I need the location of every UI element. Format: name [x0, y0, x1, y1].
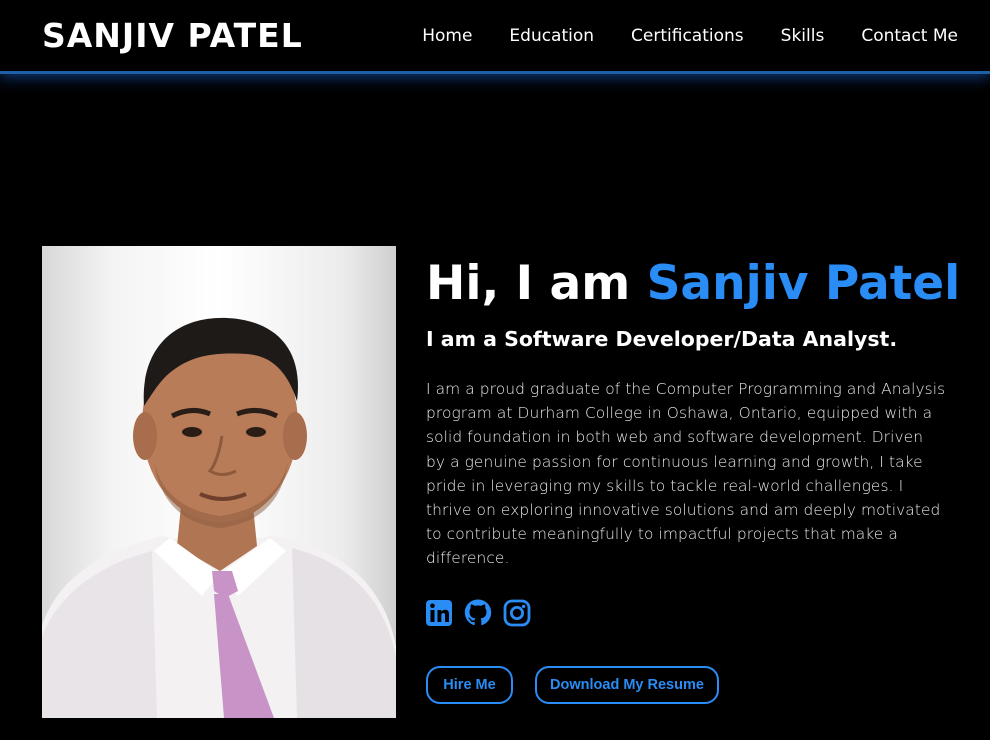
navbar: SANJIV PATEL Home Education Certificatio…	[0, 0, 990, 74]
nav-home-link[interactable]: Home	[422, 26, 472, 46]
social-links	[425, 598, 531, 628]
hero-greeting: Hi, I am	[426, 256, 647, 311]
hero-bio: I am a proud graduate of the Computer Pr…	[426, 380, 946, 568]
nav-education-link[interactable]: Education	[509, 26, 594, 46]
hero-subtitle: I am a Software Developer/Data Analyst.	[426, 327, 898, 351]
hero-name: Sanjiv Patel	[646, 256, 961, 311]
github-icon[interactable]	[464, 598, 492, 628]
hero-title: Hi, I am Sanjiv Patel	[426, 256, 960, 311]
download-resume-button[interactable]: Download My Resume	[535, 666, 719, 704]
site-brand[interactable]: SANJIV PATEL	[42, 16, 303, 55]
hire-me-button[interactable]: Hire Me	[426, 666, 513, 704]
nav-skills-link[interactable]: Skills	[781, 26, 825, 46]
linkedin-icon[interactable]	[425, 598, 453, 628]
nav-certifications-link[interactable]: Certifications	[631, 26, 744, 46]
nav-contact-link[interactable]: Contact Me	[861, 26, 958, 46]
instagram-icon[interactable]	[503, 598, 531, 628]
profile-photo-illustration	[42, 317, 396, 718]
nav-links: Home Education Certifications Skills Con…	[422, 26, 958, 46]
profile-photo	[42, 246, 396, 718]
